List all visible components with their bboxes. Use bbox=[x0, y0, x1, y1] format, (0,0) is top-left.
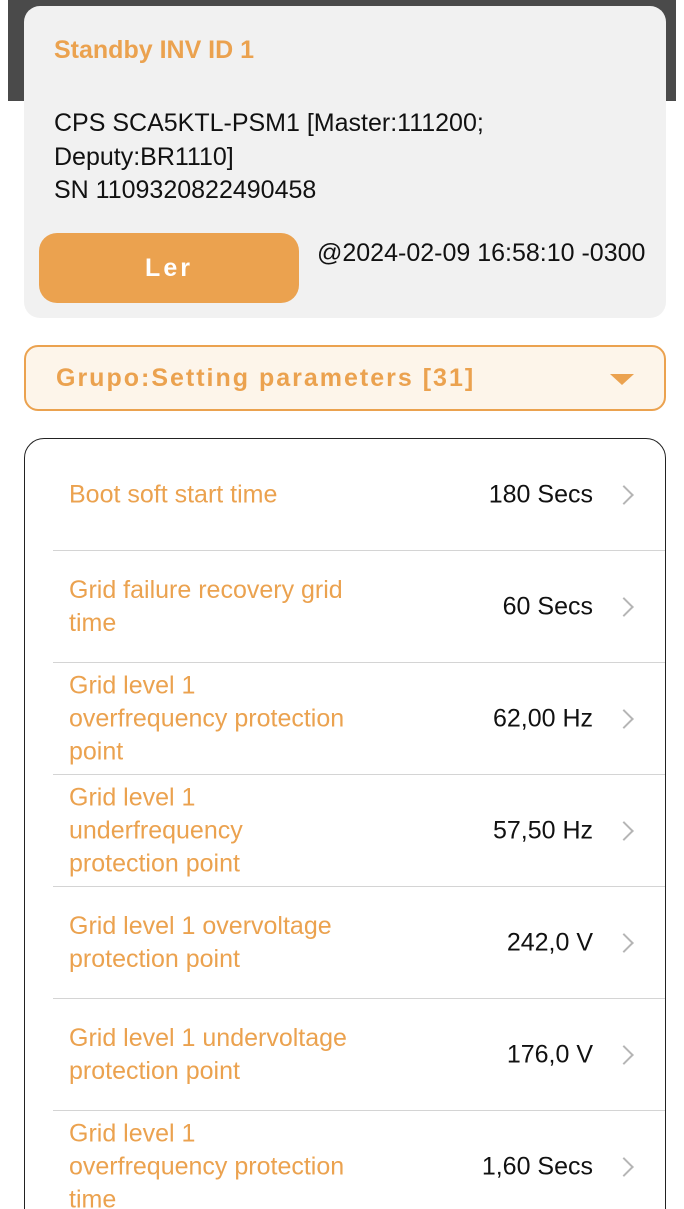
param-label: Grid failure recovery grid time bbox=[69, 575, 343, 637]
param-value: 1,60 Secs bbox=[481, 1152, 593, 1180]
param-value: 62,00 Hz bbox=[492, 704, 593, 732]
param-label: Grid level 1 undervoltage protection poi… bbox=[69, 1023, 347, 1085]
param-label: Grid level 1 overvoltage protection poin… bbox=[69, 911, 332, 973]
param-label: Grid level 1 overfrequency protection ti… bbox=[69, 1119, 345, 1209]
chevron-right-icon bbox=[614, 932, 634, 953]
device-title: Standby INV ID 1 bbox=[54, 36, 255, 64]
param-row-boot-soft-start-time[interactable]: Boot soft start time 180 Secs bbox=[53, 439, 665, 551]
device-info-card: Standby INV ID 1 CPS SCA5KTL-PSM1 [Maste… bbox=[24, 6, 666, 318]
param-row-level1-underfrequency-point[interactable]: Grid level 1 underfrequency protection p… bbox=[53, 775, 665, 887]
param-value: 180 Secs bbox=[488, 480, 593, 508]
param-row-grid-failure-recovery-grid-time[interactable]: Grid failure recovery grid time 60 Secs bbox=[53, 551, 665, 663]
param-row-level1-overfrequency-point[interactable]: Grid level 1 overfrequency protection po… bbox=[53, 663, 665, 775]
param-value: 60 Secs bbox=[502, 592, 593, 620]
device-model: CPS SCA5KTL-PSM1 [Master:111200; Deputy:… bbox=[54, 109, 484, 171]
parameter-settings-screen: Standby INV ID 1 CPS SCA5KTL-PSM1 [Maste… bbox=[0, 0, 684, 1209]
chevron-right-icon bbox=[614, 820, 634, 841]
param-row-level1-overvoltage-point[interactable]: Grid level 1 overvoltage protection poin… bbox=[53, 887, 665, 999]
dropdown-arrow-icon bbox=[610, 374, 634, 385]
param-row-level1-overfrequency-time[interactable]: Grid level 1 overfrequency protection ti… bbox=[53, 1111, 665, 1209]
param-label: Boot soft start time bbox=[69, 480, 278, 508]
chevron-right-icon bbox=[614, 708, 634, 729]
read-button[interactable]: Ler bbox=[39, 233, 299, 303]
chevron-right-icon bbox=[614, 1044, 634, 1065]
chevron-right-icon bbox=[614, 1156, 634, 1177]
parameter-list: Boot soft start time 180 Secs Grid failu… bbox=[24, 438, 666, 1209]
param-value: 242,0 V bbox=[506, 928, 593, 956]
chevron-right-icon bbox=[614, 484, 634, 505]
param-value: 176,0 V bbox=[506, 1040, 593, 1068]
chevron-right-icon bbox=[614, 596, 634, 617]
group-dropdown[interactable]: Grupo:Setting parameters [31] bbox=[24, 345, 666, 411]
read-timestamp: @2024-02-09 16:58:10 -0300 bbox=[317, 239, 646, 267]
group-dropdown-label: Grupo:Setting parameters [31] bbox=[56, 364, 476, 392]
param-label: Grid level 1 overfrequency protection po… bbox=[69, 671, 345, 765]
param-row-level1-undervoltage-point[interactable]: Grid level 1 undervoltage protection poi… bbox=[53, 999, 665, 1111]
param-label: Grid level 1 underfrequency protection p… bbox=[69, 783, 243, 877]
param-value: 57,50 Hz bbox=[492, 816, 593, 844]
device-serial-number: SN 1109320822490458 bbox=[54, 176, 317, 204]
